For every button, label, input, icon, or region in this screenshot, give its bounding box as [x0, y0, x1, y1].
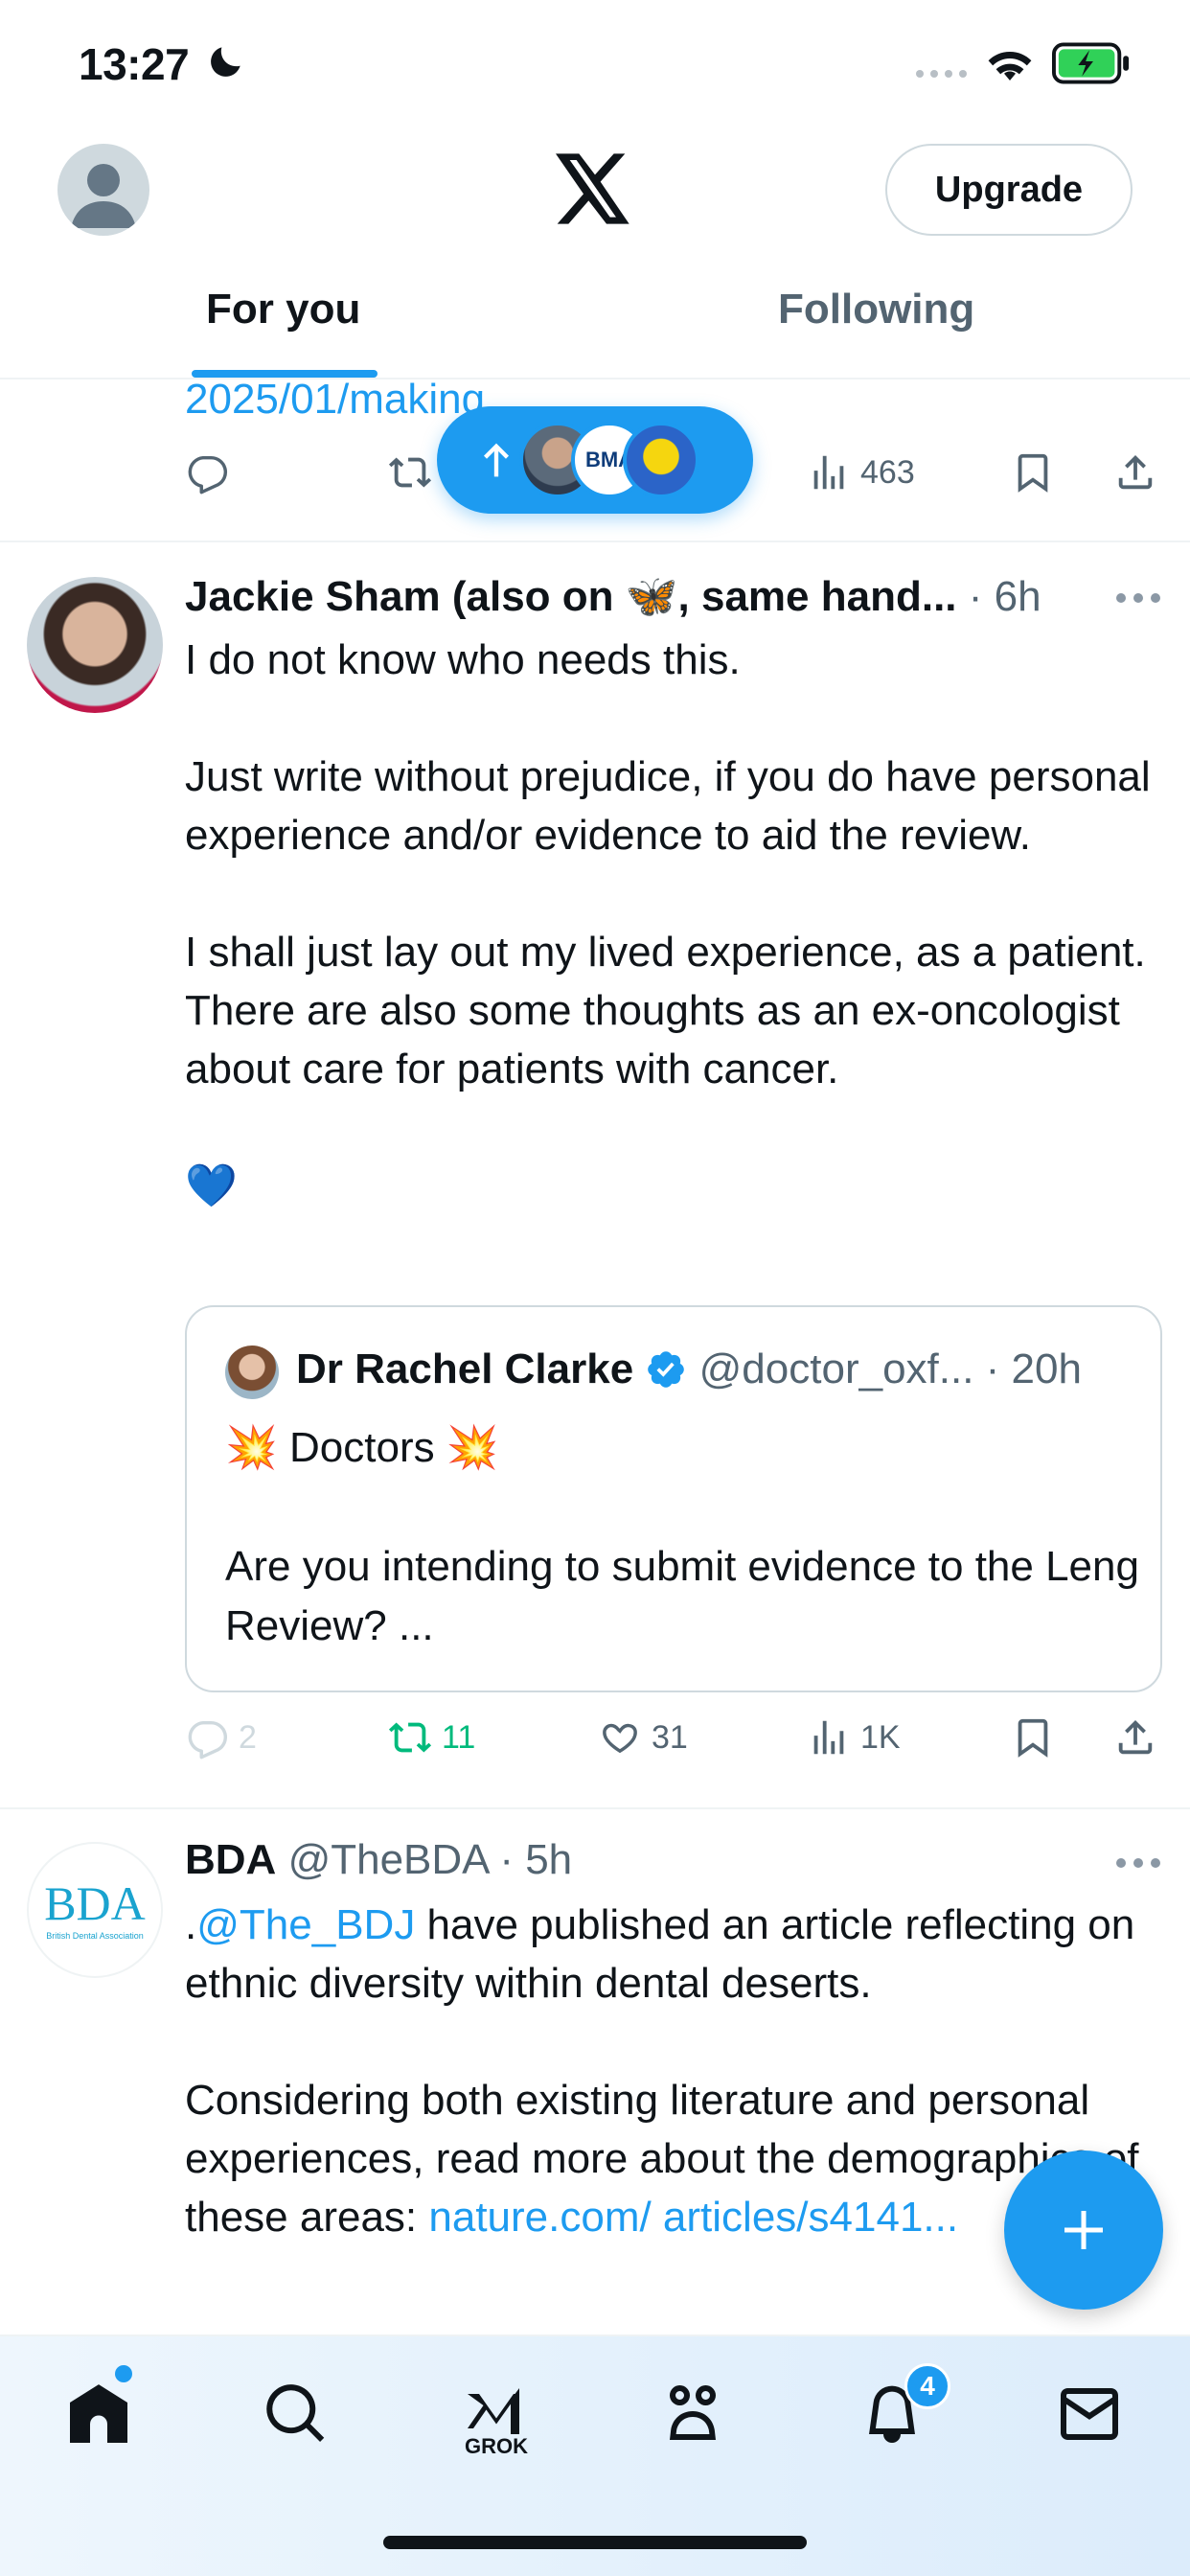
default-user-icon: [71, 164, 136, 228]
separator-dot: ·: [488, 1836, 526, 1883]
heart-icon: [603, 1723, 637, 1754]
text-prefix: .: [185, 1901, 197, 1948]
quoted-avatar: [225, 1346, 279, 1399]
wifi-icon: [988, 52, 1032, 80]
nav-messages[interactable]: [1046, 2371, 1133, 2457]
new-posts-pill[interactable]: BMA: [437, 406, 753, 514]
separator-dot: ·: [973, 1346, 1012, 1392]
share-icon: [1118, 1719, 1153, 1755]
analytics-icon: [813, 455, 844, 490]
tweet-divider: [0, 540, 1190, 542]
envelope-icon: [1060, 2388, 1118, 2440]
repost-icon: [388, 1722, 432, 1753]
reply-button[interactable]: [185, 450, 229, 494]
nav-home[interactable]: [56, 2371, 142, 2457]
text-main: have published an article reflecting on …: [185, 1901, 1139, 2241]
bookmark-button[interactable]: [1011, 1715, 1055, 1760]
bookmark-icon: [1018, 453, 1048, 493]
compose-button[interactable]: [1004, 2150, 1163, 2310]
tab-for-you[interactable]: For you: [206, 286, 360, 334]
like-count: 31: [652, 1718, 688, 1756]
cellular-signal-icon: [916, 70, 967, 78]
reply-icon: [188, 1720, 228, 1760]
tweet-avatar[interactable]: BDA British Dental Association: [27, 1842, 163, 1978]
tweet-avatar[interactable]: [27, 577, 163, 713]
bookmark-icon: [1018, 1718, 1048, 1758]
reply-button[interactable]: 2: [185, 1715, 257, 1760]
communities-icon: [670, 2385, 716, 2440]
quoted-text: 💥 Doctors 💥 Are you intending to submit …: [225, 1424, 1139, 1649]
quoted-time: 20h: [1011, 1346, 1082, 1392]
views-value: 1K: [860, 1718, 901, 1756]
reply-icon: [188, 455, 228, 494]
status-time: 13:27: [79, 39, 190, 89]
mention-link[interactable]: @The_BDJ: [196, 1901, 415, 1948]
tweet-text: I do not know who needs this. Just write…: [185, 636, 1151, 1209]
notifications-badge: 4: [904, 2363, 950, 2409]
repost-icon: [388, 457, 432, 488]
upgrade-button[interactable]: Upgrade: [885, 144, 1133, 236]
tweet-time[interactable]: 5h: [525, 1836, 572, 1883]
plus-icon: [1064, 2211, 1103, 2249]
x-logo-icon[interactable]: [556, 153, 632, 224]
author-name[interactable]: BDA: [185, 1836, 276, 1883]
views-count[interactable]: 463: [807, 450, 915, 494]
reply-count: 2: [239, 1718, 257, 1756]
author-name[interactable]: Jackie Sham (also on 🦋, same hand...: [185, 573, 957, 620]
quoted-header: Dr Rachel Clarke @doctor_oxf... · 20h: [296, 1346, 1082, 1393]
more-options-icon[interactable]: [1115, 592, 1161, 604]
arrow-up-icon: [484, 443, 509, 477]
like-button[interactable]: 31: [598, 1715, 688, 1760]
nav-communities[interactable]: [650, 2371, 736, 2457]
quoted-tweet[interactable]: Dr Rachel Clarke @doctor_oxf... · 20h 💥 …: [185, 1305, 1162, 1692]
separator-dot: ·: [956, 573, 995, 620]
repost-count: 11: [442, 1718, 476, 1756]
more-options-icon[interactable]: [1115, 1857, 1161, 1869]
header-divider: [0, 378, 1190, 380]
tweet-header: Jackie Sham (also on 🦋, same hand... · 6…: [185, 571, 1041, 621]
home-indicator: [383, 2536, 807, 2549]
tweet-divider: [0, 1807, 1190, 1809]
moon-icon: [211, 47, 240, 77]
home-icon: [70, 2384, 127, 2443]
bookmark-button[interactable]: [1011, 450, 1055, 494]
share-button[interactable]: [1113, 450, 1157, 494]
profile-avatar[interactable]: [57, 144, 149, 236]
quoted-handle: @doctor_oxf...: [698, 1346, 974, 1392]
share-button[interactable]: [1113, 1715, 1157, 1760]
views-value: 463: [860, 453, 915, 491]
repost-button[interactable]: 11: [388, 1715, 475, 1760]
share-icon: [1118, 454, 1153, 490]
search-icon: [266, 2384, 325, 2442]
quoted-author-name: Dr Rachel Clarke: [296, 1346, 634, 1392]
home-unread-dot: [115, 2365, 132, 2382]
repost-button[interactable]: [388, 450, 432, 494]
grok-label: GROK: [465, 2434, 528, 2458]
author-handle[interactable]: @TheBDA: [288, 1836, 489, 1883]
tweet-header: BDA @TheBDA · 5h: [185, 1836, 572, 1884]
bda-logo-subtext: British Dental Association: [46, 1931, 144, 1941]
bda-logo-text: BDA: [44, 1876, 146, 1930]
battery-charging-icon: [1052, 42, 1130, 84]
partial-tweet-link[interactable]: 2025/01/making: [185, 376, 485, 424]
verified-badge-icon: [648, 1351, 685, 1388]
new-post-avatar-3: [623, 422, 699, 498]
tweet-time[interactable]: 6h: [995, 573, 1041, 620]
views-count[interactable]: 1K: [807, 1715, 901, 1760]
nav-explore[interactable]: [253, 2371, 339, 2457]
tweet-actions: 2 11 31 1K: [0, 1715, 1190, 1773]
tab-following[interactable]: Following: [778, 286, 974, 334]
analytics-icon: [813, 1720, 844, 1755]
article-link[interactable]: nature.com/ articles/s4141...: [428, 2194, 958, 2241]
